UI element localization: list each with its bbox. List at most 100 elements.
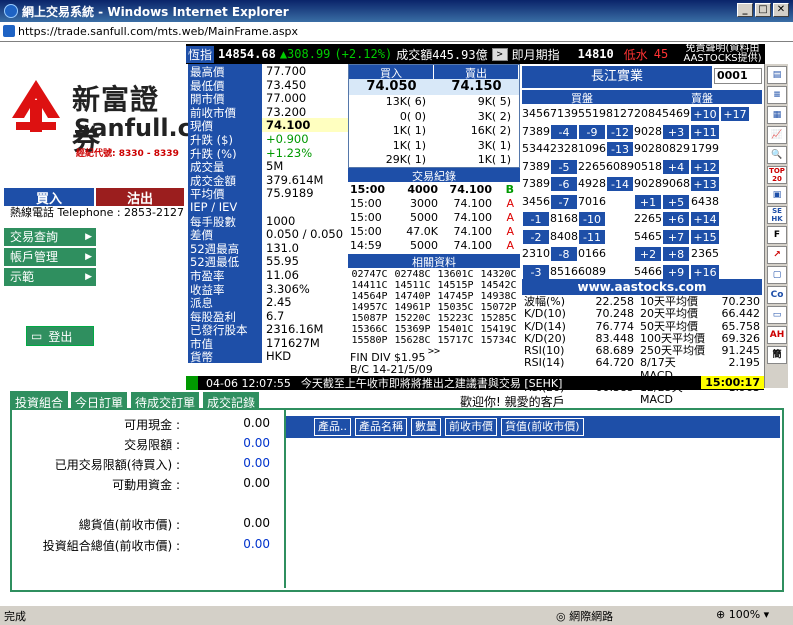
- warrant-link[interactable]: 15401C: [437, 324, 473, 335]
- sehk-icon[interactable]: SE HK: [767, 206, 787, 224]
- holdings-header: 產品.. 產品名稱 數量 前收市價 貨值(前收市價): [286, 416, 780, 438]
- broker-cell: [720, 211, 750, 227]
- stock-code-input[interactable]: 0001: [714, 68, 762, 84]
- window-icon[interactable]: ▭: [767, 306, 787, 324]
- warrant-link[interactable]: 14938C: [480, 291, 516, 302]
- warrant-link[interactable]: 15285C: [480, 313, 516, 324]
- broker-row: -1 8168 -10 2265 +6 +14: [522, 210, 762, 228]
- go-button[interactable]: >: [491, 47, 508, 61]
- broker-row: 7389 -4 -9 -12 9028 +3 +11: [522, 123, 762, 141]
- related-row: 14957C 14961P 15035C 15072P: [348, 302, 520, 313]
- summary-label: 交易限額 :: [124, 438, 180, 452]
- warrant-link[interactable]: 14542C: [480, 280, 516, 291]
- menu-trade-enquiry[interactable]: 交易查詢 ▶: [4, 228, 96, 246]
- search-icon[interactable]: 🔍: [767, 146, 787, 164]
- warrant-link[interactable]: 14957C: [351, 302, 387, 313]
- trade-row: 14:59 5000 74.100 A: [350, 239, 520, 253]
- aastocks-link[interactable]: www.aastocks.com: [522, 279, 762, 295]
- close-button[interactable]: ✕: [773, 3, 789, 17]
- chart-icon[interactable]: 📈: [767, 126, 787, 144]
- quote-value: 171627M: [266, 335, 320, 350]
- simplified-icon[interactable]: 簡: [767, 346, 787, 364]
- col-product-name[interactable]: 產品名稱: [355, 418, 407, 436]
- quote-row: 升跌 (%) +1.23%: [188, 145, 348, 160]
- broker-cell: -6: [550, 176, 578, 192]
- col-product-code[interactable]: 產品..: [314, 418, 351, 436]
- bid-qty: 1K( 1): [392, 138, 426, 152]
- ask-price: 74.150: [451, 79, 502, 94]
- quote-label: 升跌 (%): [188, 145, 262, 160]
- top20-icon[interactable]: TOP 20: [767, 166, 787, 184]
- warrant-link[interactable]: 14745P: [437, 291, 473, 302]
- tab-portfolio[interactable]: 投資組合: [10, 391, 69, 410]
- document-icon[interactable]: ▣: [767, 186, 787, 204]
- quote-row: 成交量 5M: [188, 159, 348, 173]
- maximize-button[interactable]: □: [755, 3, 771, 17]
- warrant-link[interactable]: 15087P: [351, 313, 387, 324]
- warrant-link[interactable]: 15220C: [394, 313, 430, 324]
- warrant-link[interactable]: 14411C: [351, 280, 387, 291]
- broker-cell: [606, 263, 634, 280]
- zoom-control[interactable]: ⊕ 100% ▾: [716, 608, 769, 621]
- sell-button[interactable]: 沽出: [96, 188, 184, 207]
- broker-cell: [606, 246, 634, 262]
- broker-cell: +4: [662, 158, 690, 175]
- quote-label: 差價: [188, 227, 262, 241]
- warrant-link[interactable]: 15628C: [394, 335, 430, 346]
- warrant-link[interactable]: 14511C: [394, 280, 430, 291]
- warrant-link[interactable]: 14320C: [480, 269, 516, 280]
- grid-icon[interactable]: ▦: [767, 106, 787, 124]
- warrant-link[interactable]: 15717C: [437, 335, 473, 346]
- quote-row: 派息 2.45: [188, 295, 348, 309]
- broker-cell: +17: [720, 106, 750, 122]
- quote-value: 73.450: [266, 77, 307, 92]
- trade-side: A: [506, 225, 514, 238]
- warrant-link[interactable]: 14564P: [351, 291, 387, 302]
- warrant-link[interactable]: 15734C: [480, 335, 516, 346]
- broker-row: 7389 -6 4928 -14 9028 9068 +13: [522, 175, 762, 193]
- minimize-button[interactable]: _: [737, 3, 753, 17]
- tab-trade-history[interactable]: 成交記錄: [202, 391, 261, 410]
- table-icon[interactable]: ▤: [767, 66, 787, 84]
- warrant-link[interactable]: 15366C: [351, 324, 387, 335]
- news-ticker[interactable]: 04-06 12:07:55 今天截至上午收市即將將推出之建議書與交易 [SEH…: [186, 376, 764, 390]
- note-icon[interactable]: ▢: [767, 266, 787, 284]
- warrant-link[interactable]: 14740P: [394, 291, 430, 302]
- co-icon[interactable]: Co: [767, 286, 787, 304]
- address-bar[interactable]: https://trade.sanfull.com/mts.web/MainFr…: [0, 22, 793, 42]
- summary-value: 0.00: [243, 516, 270, 530]
- tab-today-orders[interactable]: 今日訂單: [70, 391, 129, 410]
- ah-icon[interactable]: AH: [767, 326, 787, 344]
- trade-price: 74.100: [449, 183, 492, 196]
- tab-pending-orders[interactable]: 待成交訂單: [130, 391, 201, 410]
- col-market-value[interactable]: 貨值(前收市價): [501, 418, 584, 436]
- broker-cell: [720, 193, 750, 210]
- buy-button[interactable]: 買入: [4, 188, 94, 207]
- warrant-link[interactable]: 13601C: [437, 269, 473, 280]
- play-icon[interactable]: [186, 376, 198, 390]
- broker-cell: 8516: [550, 263, 578, 280]
- warrant-link[interactable]: 15580P: [351, 335, 387, 346]
- warrant-link[interactable]: 15072P: [480, 302, 516, 313]
- line-chart-icon[interactable]: ↗: [767, 246, 787, 264]
- warrant-link[interactable]: 14961P: [394, 302, 430, 313]
- warrant-link[interactable]: 14515P: [437, 280, 473, 291]
- col-quantity[interactable]: 數量: [411, 418, 441, 436]
- list-icon[interactable]: ≡: [767, 86, 787, 104]
- warrant-link[interactable]: 15223C: [437, 313, 473, 324]
- warrant-link[interactable]: 02747C: [351, 269, 387, 280]
- sanfull-logo: [12, 80, 60, 132]
- logout-button[interactable]: ▭ 登出: [26, 326, 94, 346]
- warrant-link[interactable]: 15369P: [394, 324, 430, 335]
- summary-row: 交易限額 : 0.00: [20, 436, 280, 453]
- broker-cell: [606, 193, 634, 210]
- menu-account[interactable]: 帳戶管理 ▶: [4, 248, 96, 266]
- col-prev-close[interactable]: 前收市價: [445, 418, 497, 436]
- warrant-link[interactable]: 15035C: [437, 302, 473, 313]
- menu-demo[interactable]: 示範 ▶: [4, 268, 96, 286]
- warrant-link[interactable]: 02748C: [394, 269, 430, 280]
- warrant-link[interactable]: 15419C: [480, 324, 516, 335]
- f-icon[interactable]: F: [767, 226, 787, 244]
- disclaimer-link[interactable]: 免責聲明(資料由AASTOCKS提供): [680, 44, 765, 64]
- quote-row: 市值 171627M: [188, 335, 348, 350]
